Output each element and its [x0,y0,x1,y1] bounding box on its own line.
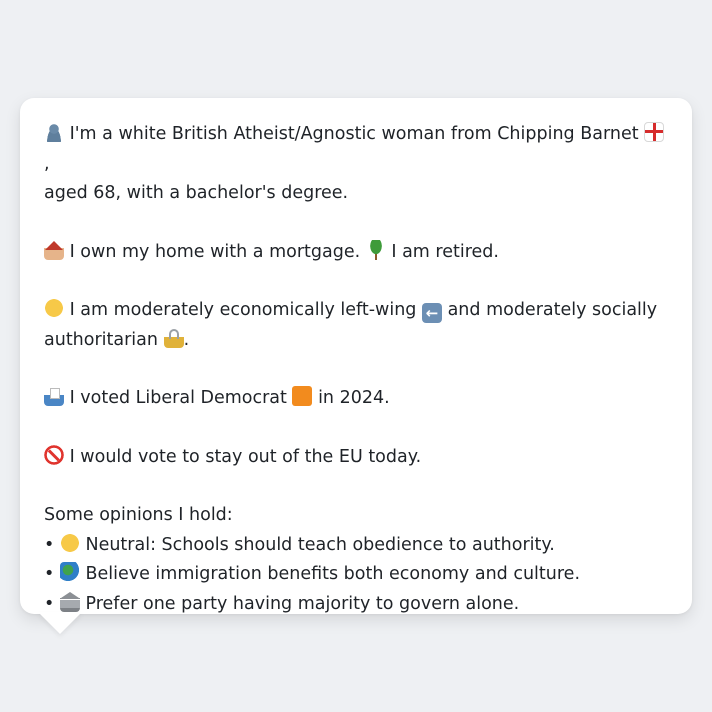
social-text: authoritarian [44,329,158,350]
identity-comma: , [44,153,50,174]
left-arrow-icon: ← [422,303,442,323]
identity-text-2: aged 68, with a bachelor's degree. [44,183,349,203]
prohibited-icon [44,444,64,465]
identity-line-1: I'm a white British Atheist/Agnostic wom… [44,120,668,179]
political-position-paragraph: I am moderately economically left-wing ←… [44,296,668,355]
vote-paragraph: I voted Liberal Democrat in 2024. [44,384,668,414]
econ-line-2: authoritarian . [44,326,668,356]
bullet: • [44,534,55,555]
thinking-face-icon [44,298,64,318]
list-item: • Prefer one party having majority to go… [44,590,668,620]
bullet: • [44,593,55,614]
home-paragraph: I own my home with a mortgage. I am reti… [44,238,668,268]
classical-building-icon [59,591,80,612]
bullet: • [44,564,55,584]
econ-text: I am moderately economically left-wing [69,300,417,320]
ballot-box-icon [44,386,64,406]
bust-silhouette-icon [44,122,64,142]
vote-text-a: I voted Liberal Democrat [69,388,287,408]
list-item: • Neutral: Schools should teach obedienc… [44,531,668,561]
home-text: I own my home with a mortgage. [69,241,361,262]
opinions-section: Some opinions I hold: • Neutral: Schools… [44,501,668,619]
orange-square-icon [292,386,313,406]
social-period: . [183,329,190,350]
opinion-text: Believe immigration benefits both econom… [85,564,581,584]
message-bubble: I'm a white British Atheist/Agnostic wom… [20,98,692,614]
lock-icon [163,327,184,348]
econ-line-1: I am moderately economically left-wing ←… [44,296,668,326]
bubble-tail [38,612,82,634]
eu-text: I would vote to stay out of the EU today… [69,446,422,467]
vote-text-b: in 2024. [318,388,390,408]
list-item: • Believe immigration benefits both econ… [44,560,668,590]
neutral-face-icon [59,532,80,553]
chat-page: I'm a white British Atheist/Agnostic wom… [0,0,712,712]
opinions-heading: Some opinions I hold: [44,505,233,525]
house-icon [44,239,64,260]
palm-tree-icon [365,239,386,260]
retired-text: I am retired. [391,241,499,262]
identity-paragraph: I'm a white British Atheist/Agnostic wom… [44,120,668,209]
opinion-text: Neutral: Schools should teach obedience … [85,534,555,555]
opinion-text: Prefer one party having majority to gove… [85,593,520,614]
england-flag-icon [644,122,665,142]
econ-tail-text: and moderately socially [447,300,658,320]
eu-paragraph: I would vote to stay out of the EU today… [44,443,668,473]
identity-text-1: I'm a white British Atheist/Agnostic wom… [69,124,639,144]
globe-icon [59,562,80,582]
